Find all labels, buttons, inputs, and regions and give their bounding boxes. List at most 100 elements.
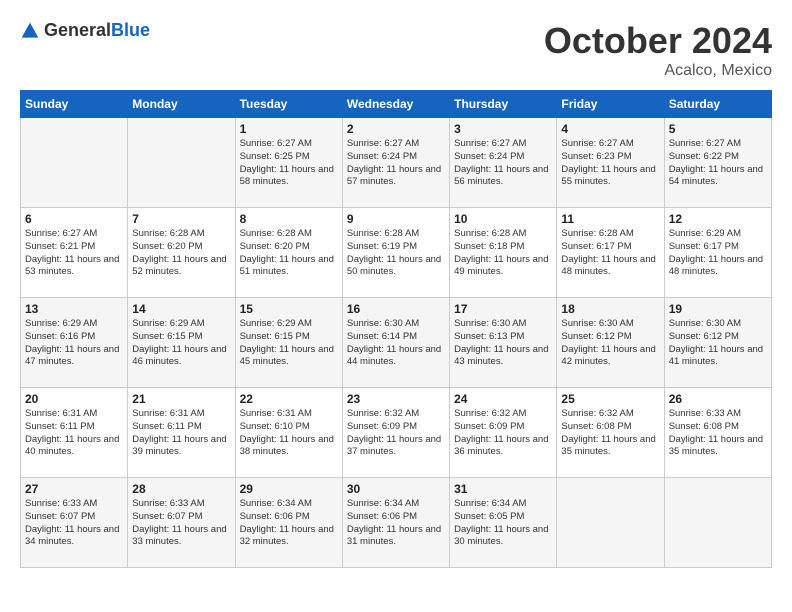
day-number: 26: [669, 392, 767, 406]
day-info: Sunrise: 6:27 AMSunset: 6:24 PMDaylight:…: [454, 138, 552, 189]
day-of-week-header: Friday: [557, 91, 664, 118]
calendar-cell: 24 Sunrise: 6:32 AMSunset: 6:09 PMDayligh…: [450, 388, 557, 478]
day-number: 22: [240, 392, 338, 406]
calendar-cell: 31Sunrise: 6:34 AMSunset: 6:05 PMDayligh…: [450, 478, 557, 568]
day-number: 7: [132, 212, 230, 226]
day-number: 2: [347, 122, 445, 136]
day-of-week-header: Tuesday: [235, 91, 342, 118]
day-info: Sunrise: 6:29 AMSunset: 6:15 PMDaylight:…: [132, 318, 230, 369]
calendar-cell: 22 Sunrise: 6:31 AMSunset: 6:10 PMDayligh…: [235, 388, 342, 478]
day-number: 11: [561, 212, 659, 226]
calendar-cell: [128, 118, 235, 208]
day-info: Sunrise: 6:33 AMSunset: 6:07 PMDaylight:…: [132, 498, 230, 549]
page-header: GeneralBlue October 2024 Acalco, Mexico: [20, 20, 772, 80]
calendar-week-row: 20Sunrise: 6:31 AMSunset: 6:11 PMDayligh…: [21, 388, 772, 478]
day-number: 5: [669, 122, 767, 136]
calendar-cell: 15 Sunrise: 6:29 AMSunset: 6:15 PMDayligh…: [235, 298, 342, 388]
day-info: Sunrise: 6:27 AMSunset: 6:24 PMDaylight:…: [347, 138, 445, 189]
day-number: 15: [240, 302, 338, 316]
day-number: 13: [25, 302, 123, 316]
calendar-cell: 17 Sunrise: 6:30 AMSunset: 6:13 PMDayligh…: [450, 298, 557, 388]
day-of-week-header: Sunday: [21, 91, 128, 118]
day-info: Sunrise: 6:28 AMSunset: 6:18 PMDaylight:…: [454, 228, 552, 279]
calendar-cell: 12 Sunrise: 6:29 AMSunset: 6:17 PMDayligh…: [664, 208, 771, 298]
calendar-week-row: 1 Sunrise: 6:27 AMSunset: 6:25 PMDaylight…: [21, 118, 772, 208]
day-info: Sunrise: 6:31 AMSunset: 6:11 PMDaylight:…: [25, 408, 123, 459]
day-number: 30: [347, 482, 445, 496]
day-number: 24: [454, 392, 552, 406]
day-info: Sunrise: 6:28 AMSunset: 6:20 PMDaylight:…: [132, 228, 230, 279]
day-info: Sunrise: 6:27 AMSunset: 6:23 PMDaylight:…: [561, 138, 659, 189]
day-number: 29: [240, 482, 338, 496]
day-of-week-header: Thursday: [450, 91, 557, 118]
day-number: 4: [561, 122, 659, 136]
day-info: Sunrise: 6:29 AMSunset: 6:16 PMDaylight:…: [25, 318, 123, 369]
day-info: Sunrise: 6:34 AMSunset: 6:06 PMDaylight:…: [347, 498, 445, 549]
calendar-cell: [21, 118, 128, 208]
day-info: Sunrise: 6:27 AMSunset: 6:22 PMDaylight:…: [669, 138, 767, 189]
calendar-cell: 1 Sunrise: 6:27 AMSunset: 6:25 PMDaylight…: [235, 118, 342, 208]
day-info: Sunrise: 6:30 AMSunset: 6:12 PMDaylight:…: [561, 318, 659, 369]
day-number: 10: [454, 212, 552, 226]
day-info: Sunrise: 6:29 AMSunset: 6:17 PMDaylight:…: [669, 228, 767, 279]
day-info: Sunrise: 6:30 AMSunset: 6:14 PMDaylight:…: [347, 318, 445, 369]
day-info: Sunrise: 6:34 AMSunset: 6:05 PMDaylight:…: [454, 498, 552, 549]
day-info: Sunrise: 6:32 AMSunset: 6:09 PMDaylight:…: [454, 408, 552, 459]
calendar-cell: 23 Sunrise: 6:32 AMSunset: 6:09 PMDayligh…: [342, 388, 449, 478]
day-number: 3: [454, 122, 552, 136]
calendar-body: 1 Sunrise: 6:27 AMSunset: 6:25 PMDaylight…: [21, 118, 772, 568]
calendar-week-row: 6Sunrise: 6:27 AMSunset: 6:21 PMDaylight…: [21, 208, 772, 298]
calendar-cell: 10 Sunrise: 6:28 AMSunset: 6:18 PMDayligh…: [450, 208, 557, 298]
calendar-cell: 27Sunrise: 6:33 AMSunset: 6:07 PMDayligh…: [21, 478, 128, 568]
calendar-cell: 28 Sunrise: 6:33 AMSunset: 6:07 PMDayligh…: [128, 478, 235, 568]
logo-icon: [20, 21, 40, 41]
day-info: Sunrise: 6:29 AMSunset: 6:15 PMDaylight:…: [240, 318, 338, 369]
calendar-week-row: 13 Sunrise: 6:29 AMSunset: 6:16 PMDayligh…: [21, 298, 772, 388]
calendar-week-row: 27Sunrise: 6:33 AMSunset: 6:07 PMDayligh…: [21, 478, 772, 568]
logo-text: GeneralBlue: [44, 20, 150, 41]
calendar-cell: 14 Sunrise: 6:29 AMSunset: 6:15 PMDayligh…: [128, 298, 235, 388]
day-info: Sunrise: 6:33 AMSunset: 6:08 PMDaylight:…: [669, 408, 767, 459]
day-info: Sunrise: 6:30 AMSunset: 6:12 PMDaylight:…: [669, 318, 767, 369]
calendar-cell: 25 Sunrise: 6:32 AMSunset: 6:08 PMDayligh…: [557, 388, 664, 478]
title-block: October 2024 Acalco, Mexico: [544, 20, 772, 80]
calendar-table: SundayMondayTuesdayWednesdayThursdayFrid…: [20, 90, 772, 568]
calendar-header-row: SundayMondayTuesdayWednesdayThursdayFrid…: [21, 91, 772, 118]
day-number: 8: [240, 212, 338, 226]
day-info: Sunrise: 6:33 AMSunset: 6:07 PMDaylight:…: [25, 498, 123, 549]
calendar-cell: 16 Sunrise: 6:30 AMSunset: 6:14 PMDayligh…: [342, 298, 449, 388]
day-number: 12: [669, 212, 767, 226]
day-number: 16: [347, 302, 445, 316]
day-info: Sunrise: 6:27 AMSunset: 6:25 PMDaylight:…: [240, 138, 338, 189]
calendar-cell: 7 Sunrise: 6:28 AMSunset: 6:20 PMDaylight…: [128, 208, 235, 298]
day-info: Sunrise: 6:31 AMSunset: 6:10 PMDaylight:…: [240, 408, 338, 459]
calendar-cell: [664, 478, 771, 568]
calendar-cell: 13 Sunrise: 6:29 AMSunset: 6:16 PMDayligh…: [21, 298, 128, 388]
day-info: Sunrise: 6:32 AMSunset: 6:09 PMDaylight:…: [347, 408, 445, 459]
day-info: Sunrise: 6:28 AMSunset: 6:17 PMDaylight:…: [561, 228, 659, 279]
day-info: Sunrise: 6:32 AMSunset: 6:08 PMDaylight:…: [561, 408, 659, 459]
day-info: Sunrise: 6:27 AMSunset: 6:21 PMDaylight:…: [25, 228, 123, 279]
day-number: 9: [347, 212, 445, 226]
day-number: 25: [561, 392, 659, 406]
calendar-cell: 11 Sunrise: 6:28 AMSunset: 6:17 PMDayligh…: [557, 208, 664, 298]
calendar-cell: 30 Sunrise: 6:34 AMSunset: 6:06 PMDayligh…: [342, 478, 449, 568]
day-of-week-header: Monday: [128, 91, 235, 118]
calendar-cell: 4 Sunrise: 6:27 AMSunset: 6:23 PMDaylight…: [557, 118, 664, 208]
calendar-cell: 3 Sunrise: 6:27 AMSunset: 6:24 PMDaylight…: [450, 118, 557, 208]
calendar-cell: 29 Sunrise: 6:34 AMSunset: 6:06 PMDayligh…: [235, 478, 342, 568]
day-info: Sunrise: 6:28 AMSunset: 6:19 PMDaylight:…: [347, 228, 445, 279]
day-number: 23: [347, 392, 445, 406]
location-title: Acalco, Mexico: [544, 62, 772, 80]
calendar-cell: 2 Sunrise: 6:27 AMSunset: 6:24 PMDaylight…: [342, 118, 449, 208]
calendar-cell: 6Sunrise: 6:27 AMSunset: 6:21 PMDaylight…: [21, 208, 128, 298]
day-number: 14: [132, 302, 230, 316]
day-number: 21: [132, 392, 230, 406]
day-info: Sunrise: 6:34 AMSunset: 6:06 PMDaylight:…: [240, 498, 338, 549]
day-info: Sunrise: 6:30 AMSunset: 6:13 PMDaylight:…: [454, 318, 552, 369]
day-number: 18: [561, 302, 659, 316]
calendar-cell: 20Sunrise: 6:31 AMSunset: 6:11 PMDayligh…: [21, 388, 128, 478]
day-number: 1: [240, 122, 338, 136]
day-number: 28: [132, 482, 230, 496]
day-number: 17: [454, 302, 552, 316]
